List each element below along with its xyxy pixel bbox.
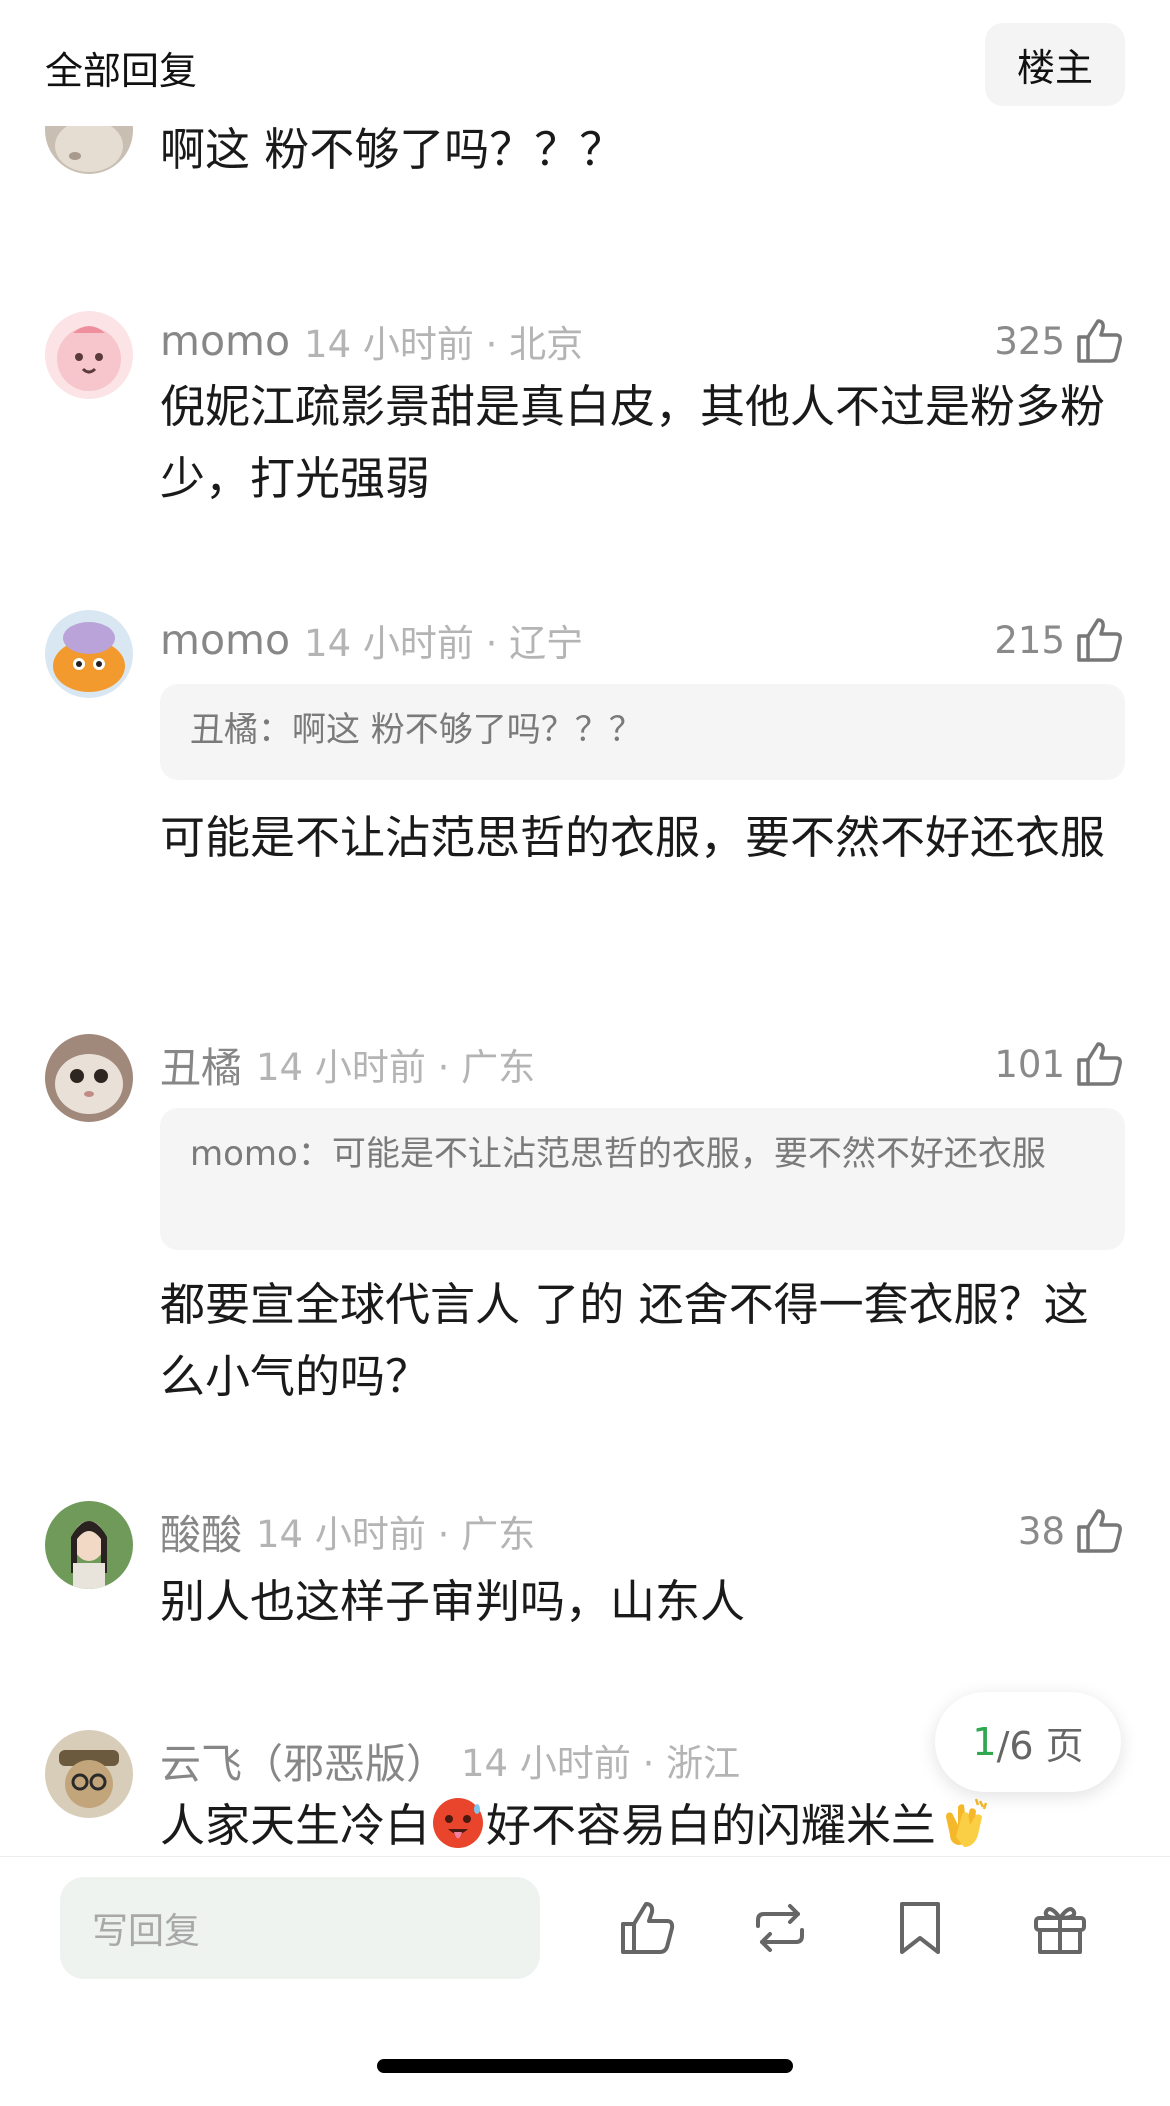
comment-meta: 酸酸 14 小时前 · 广东 bbox=[160, 1501, 535, 1561]
avatar[interactable] bbox=[45, 126, 133, 174]
avatar[interactable] bbox=[45, 311, 133, 399]
thumbs-up-icon[interactable] bbox=[1073, 1505, 1125, 1557]
like-control[interactable]: 325 bbox=[994, 311, 1125, 371]
avatar[interactable] bbox=[45, 1501, 133, 1589]
clapping-hands-emoji bbox=[946, 1798, 988, 1847]
hot-face-emoji bbox=[433, 1798, 484, 1848]
thumbs-up-icon[interactable] bbox=[1073, 1038, 1125, 1090]
avatar[interactable] bbox=[45, 610, 133, 698]
time-location: 14 小时前 · 北京 bbox=[304, 323, 584, 366]
comment-meta: 丑橘 14 小时前 · 广东 bbox=[160, 1034, 535, 1094]
comment-text: 人家天生冷白 好不容易白的闪耀米兰 bbox=[160, 1790, 1110, 1856]
quoted-reply[interactable]: momo：可能是不让沾范思哲的衣服，要不然不好还衣服 bbox=[160, 1108, 1125, 1250]
like-count: 325 bbox=[994, 319, 1065, 363]
username[interactable]: 酸酸 bbox=[160, 1501, 242, 1561]
like-count: 38 bbox=[1017, 1509, 1065, 1553]
bookmark-icon[interactable] bbox=[888, 1896, 952, 1960]
like-count: 101 bbox=[994, 1042, 1065, 1086]
comment-text: 可能是不让沾范思哲的衣服，要不然不好还衣服 bbox=[160, 811, 1106, 864]
comment-text: 别人也这样子审判吗，山东人 bbox=[160, 1575, 746, 1628]
avatar[interactable] bbox=[45, 1730, 133, 1818]
comment-text-part: 人家天生冷白 bbox=[160, 1799, 431, 1852]
gift-icon[interactable] bbox=[1028, 1896, 1092, 1960]
username[interactable]: momo bbox=[160, 616, 290, 664]
page-total: /6 页 bbox=[996, 1723, 1084, 1768]
username[interactable]: momo bbox=[160, 317, 290, 365]
comment-text: 都要宣全球代言人 了的 还舍不得一套衣服？这么小气的吗？ bbox=[160, 1278, 1089, 1403]
avatar[interactable] bbox=[45, 1034, 133, 1122]
thumbs-up-icon[interactable] bbox=[1073, 614, 1125, 666]
username[interactable]: 丑橘 bbox=[160, 1034, 242, 1094]
like-control[interactable]: 101 bbox=[994, 1034, 1125, 1094]
time-location: 14 小时前 · 辽宁 bbox=[304, 622, 584, 665]
comment-meta: momo 14 小时前 · 辽宁 bbox=[160, 610, 583, 670]
author-only-button[interactable]: 楼主 bbox=[985, 23, 1125, 106]
comment-feed[interactable]: 啊这 粉不够了吗？？？ momo 14 小时前 · 北京 325 倪妮江疏影景甜… bbox=[0, 126, 1170, 1856]
comment-meta: 云飞（邪恶版） 14 小时前 · 浙江 bbox=[160, 1730, 740, 1790]
page-title: 全部回复 bbox=[45, 49, 198, 93]
comment-text: 啊这 粉不够了吗？？？ bbox=[160, 126, 625, 176]
time-location: 14 小时前 · 广东 bbox=[256, 1046, 536, 1089]
like-count: 215 bbox=[994, 618, 1065, 662]
header: 全部回复 楼主 bbox=[0, 0, 1170, 126]
repost-icon[interactable] bbox=[748, 1896, 812, 1960]
thumbs-up-icon[interactable] bbox=[1073, 315, 1125, 367]
time-location: 14 小时前 · 广东 bbox=[256, 1513, 536, 1556]
page-current: 1 bbox=[972, 1720, 997, 1764]
home-indicator[interactable] bbox=[377, 2059, 793, 2073]
username[interactable]: 云飞（邪恶版） bbox=[160, 1730, 447, 1790]
time-location: 14 小时前 · 浙江 bbox=[461, 1742, 741, 1785]
comment-meta: momo 14 小时前 · 北京 bbox=[160, 311, 583, 371]
reply-input[interactable]: 写回复 bbox=[60, 1877, 540, 1979]
quoted-reply[interactable]: 丑橘：啊这 粉不够了吗？？？ bbox=[160, 684, 1125, 780]
like-control[interactable]: 215 bbox=[994, 610, 1125, 670]
comment-text-part: 好不容易白的闪耀米兰 bbox=[486, 1799, 937, 1852]
thumbs-up-icon[interactable] bbox=[615, 1896, 679, 1960]
like-control[interactable]: 38 bbox=[1018, 1501, 1125, 1561]
comment-text: 倪妮江疏影景甜是真白皮，其他人不过是粉多粉少，打光强弱 bbox=[160, 380, 1106, 505]
page-indicator[interactable]: 1/6 页 bbox=[935, 1692, 1121, 1792]
